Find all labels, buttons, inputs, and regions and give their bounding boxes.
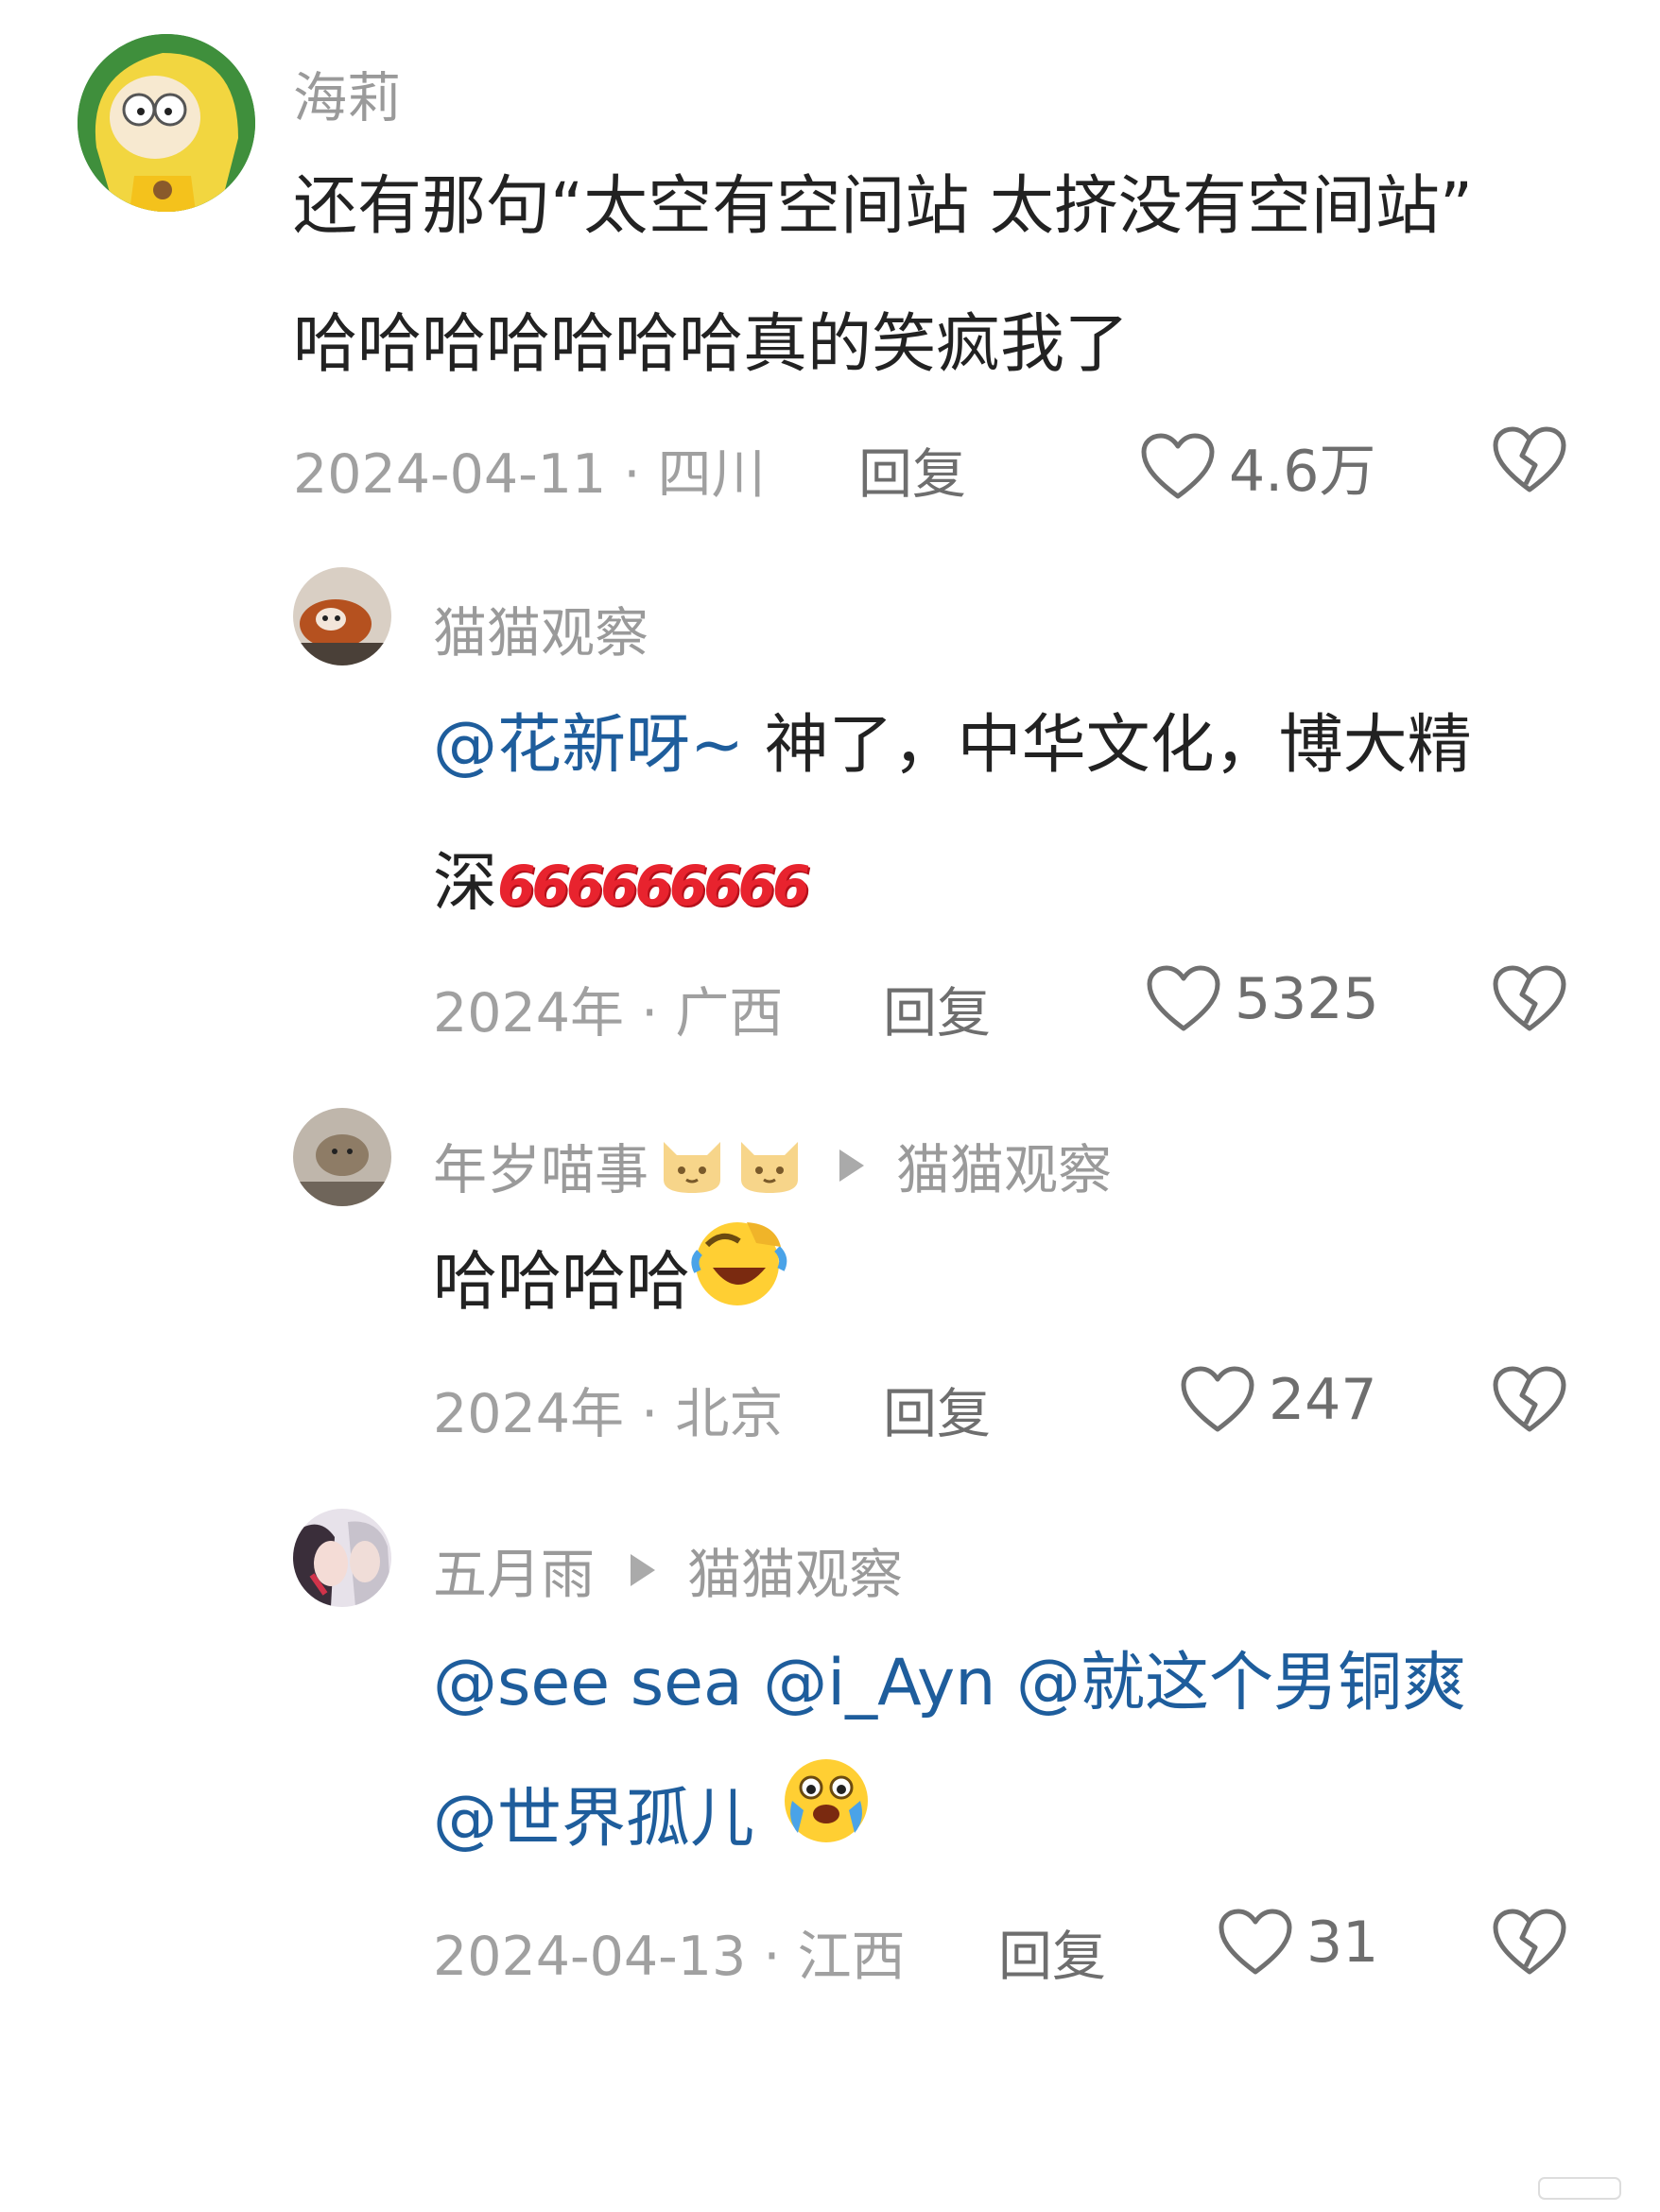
like-button[interactable]: 31 xyxy=(1218,1908,1378,1978)
comment-meta: 2024-04-11 · 四川 xyxy=(293,443,766,506)
broken-heart-icon xyxy=(1493,426,1566,493)
triangle-right-icon xyxy=(631,1554,655,1586)
broken-heart-icon xyxy=(1493,1909,1566,1975)
laughing-emoji-icon xyxy=(690,1215,788,1357)
username-row: 年岁喵事 猫猫观察 xyxy=(433,1127,1112,1204)
reply-button[interactable]: 回复 xyxy=(998,1913,1106,1991)
comment-meta: 2024-04-13 · 江西 xyxy=(433,1926,906,1988)
dislike-button[interactable] xyxy=(1492,1908,1567,1981)
avatar[interactable] xyxy=(293,1509,391,1607)
comment-text-line-1: 还有那句“太空有空间站 太挤没有空间站” xyxy=(293,169,1474,244)
like-button[interactable]: 247 xyxy=(1180,1365,1377,1435)
username[interactable]: 海莉 xyxy=(293,55,401,132)
emoji-666: 666666666 xyxy=(497,854,810,918)
reply-button[interactable]: 回复 xyxy=(883,1371,991,1448)
cat-face-icon xyxy=(735,1134,804,1197)
comment-text-line-2: @世界孤儿 xyxy=(433,1751,873,1892)
comment-text: 神了，中华文化，博大精 xyxy=(743,708,1472,783)
dislike-button[interactable] xyxy=(1492,425,1567,499)
comment-text: 哈哈哈哈 xyxy=(433,1245,691,1320)
username[interactable]: 猫猫观察 xyxy=(433,590,648,667)
avatar[interactable] xyxy=(293,1108,391,1206)
broken-heart-icon xyxy=(1493,965,1566,1031)
like-button[interactable]: 4.6万 xyxy=(1140,425,1375,508)
username[interactable]: 年岁喵事 xyxy=(433,1127,648,1204)
heart-outline-icon xyxy=(1181,1366,1254,1432)
comment-text-line-2: 深666666666 xyxy=(433,815,810,955)
cat-face-icon xyxy=(658,1134,726,1197)
comment-text-line-1: @花新呀~ 神了，中华文化，博大精 xyxy=(433,677,1472,815)
like-count: 247 xyxy=(1269,1367,1377,1433)
heart-outline-icon xyxy=(1219,1909,1292,1975)
avatar[interactable] xyxy=(78,34,255,212)
username[interactable]: 五月雨 xyxy=(433,1531,595,1609)
like-count: 31 xyxy=(1306,1910,1379,1976)
comment-text: 深 xyxy=(433,846,498,921)
triangle-right-icon xyxy=(839,1149,864,1182)
heart-outline-icon xyxy=(1141,433,1215,498)
reply-to-username[interactable]: 猫猫观察 xyxy=(687,1531,903,1609)
comment-meta: 2024年 · 北京 xyxy=(433,1383,784,1445)
like-button[interactable]: 5325 xyxy=(1146,964,1379,1034)
dislike-button[interactable] xyxy=(1492,964,1567,1038)
mention-link[interactable]: @世界孤儿 xyxy=(433,1782,754,1857)
broken-heart-icon xyxy=(1493,1366,1566,1432)
comment-text-line-2: 哈哈哈哈哈哈哈真的笑疯我了 xyxy=(293,307,1130,382)
dislike-button[interactable] xyxy=(1492,1365,1567,1439)
watermark-logo xyxy=(1537,2172,1622,2204)
mention-line-1[interactable]: @see sea @i_Ayn @就这个男铜爽 xyxy=(433,1615,1466,1753)
crying-emoji-icon xyxy=(775,1754,873,1892)
reply-button[interactable]: 回复 xyxy=(858,431,966,509)
comment-meta: 2024年 · 广西 xyxy=(433,982,784,1045)
mention-link[interactable]: @花新呀~ xyxy=(433,708,744,783)
like-count: 4.6万 xyxy=(1229,439,1376,505)
reply-to-username[interactable]: 猫猫观察 xyxy=(896,1127,1112,1204)
like-count: 5325 xyxy=(1235,966,1379,1032)
avatar[interactable] xyxy=(293,567,391,665)
username-row: 五月雨 猫猫观察 xyxy=(433,1531,903,1609)
reply-button[interactable]: 回复 xyxy=(883,970,991,1047)
heart-outline-icon xyxy=(1147,965,1220,1031)
comment-text-line-1: 哈哈哈哈 xyxy=(433,1214,788,1357)
